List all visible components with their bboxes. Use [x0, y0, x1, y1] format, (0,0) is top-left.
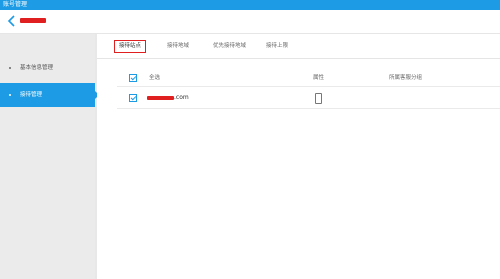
bullet-icon [9, 94, 11, 96]
group-header: 所属客服分组 [389, 75, 423, 81]
site-domain-suffix: .com [174, 94, 189, 101]
bullet-icon [9, 67, 11, 69]
sidebar-item-label: 基本信息管理 [20, 65, 54, 71]
redacted-site-name [147, 96, 174, 100]
sidebar-item-reception[interactable]: 接待管理 [0, 83, 99, 107]
sidebar: 基本信息管理 接待管理 [0, 34, 99, 279]
tab-reception-site[interactable]: 接待站点 [114, 40, 147, 53]
tab-bar: 接待站点 接待地域 优先接待地域 接待上限 [97, 34, 500, 59]
row-checkbox[interactable] [129, 94, 137, 102]
select-all-label: 全选 [149, 75, 161, 81]
tab-reception-region[interactable]: 接待地域 [167, 34, 189, 58]
main-panel: 接待站点 接待地域 优先接待地域 接待上限 全选 属性 所属客服分组 .com [97, 34, 500, 279]
window-title: 账号管理 [3, 1, 28, 8]
sidebar-item-basic-info[interactable]: 基本信息管理 [0, 56, 95, 80]
attribute-header: 属性 [313, 75, 325, 81]
title-bar: 账号管理 [0, 0, 500, 10]
table-header: 全选 属性 所属客服分组 [117, 70, 500, 87]
sidebar-item-label: 接待管理 [20, 92, 43, 98]
tab-priority-region[interactable]: 优先接待地域 [213, 34, 246, 58]
mobile-phone-icon [315, 93, 322, 104]
back-arrow-icon[interactable] [6, 14, 18, 28]
redacted-account-name [20, 18, 46, 23]
select-all-checkbox[interactable] [129, 74, 137, 82]
table-row: .com [117, 88, 500, 109]
tab-reception-limit[interactable]: 接待上限 [266, 34, 288, 58]
header [0, 10, 500, 34]
